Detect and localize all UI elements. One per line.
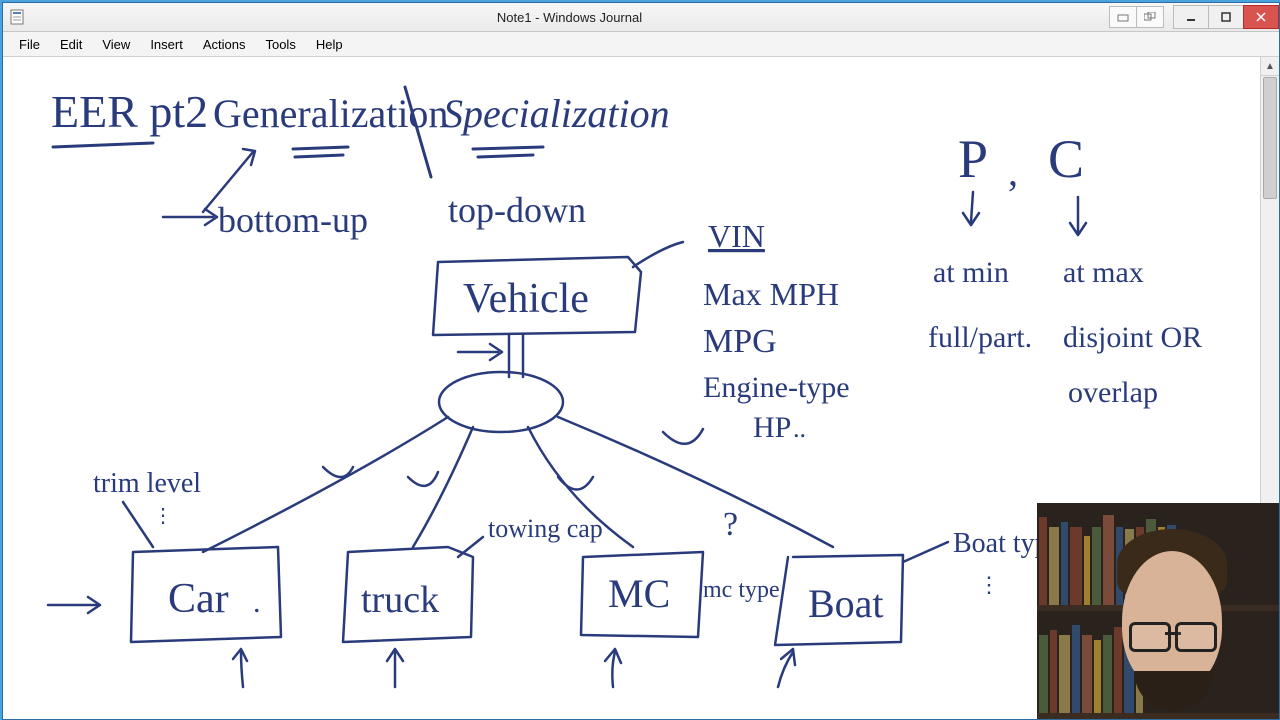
ink-overlap: overlap	[1068, 376, 1158, 409]
minimize-button[interactable]	[1173, 5, 1209, 29]
titlebar-extra-2[interactable]	[1136, 6, 1164, 28]
journal-canvas[interactable]: EER pt2 Generalization Specialization bo…	[3, 57, 1279, 719]
glasses-icon	[1129, 622, 1217, 648]
ink-top-down: top-down	[448, 190, 586, 230]
menu-edit[interactable]: Edit	[50, 35, 92, 54]
ink-comma: ,	[1008, 149, 1018, 194]
ink-maxmph: Max MPH	[703, 276, 839, 312]
ink-mpg: MPG	[703, 323, 777, 360]
scroll-thumb[interactable]	[1263, 77, 1277, 199]
ink-engine-type: Engine-type	[703, 371, 850, 404]
ink-c: C	[1048, 129, 1084, 189]
menu-file[interactable]: File	[9, 35, 50, 54]
close-button[interactable]	[1243, 5, 1279, 29]
menubar: File Edit View Insert Actions Tools Help	[3, 32, 1279, 57]
ink-hp: HP	[753, 411, 791, 444]
ink-at-max: at max	[1063, 256, 1144, 289]
titlebar-extra-1[interactable]	[1109, 6, 1137, 28]
menu-tools[interactable]: Tools	[255, 35, 305, 54]
ink-at-min: at min	[933, 256, 1009, 289]
ink-p: P	[958, 129, 988, 189]
ink-title-eer: EER pt2	[51, 86, 208, 137]
menu-help[interactable]: Help	[306, 35, 353, 54]
ink-question: ?	[723, 506, 738, 543]
menu-view[interactable]: View	[92, 35, 140, 54]
app-icon	[7, 6, 29, 28]
webcam-overlay	[1037, 503, 1279, 719]
menu-actions[interactable]: Actions	[193, 35, 256, 54]
ink-vin: VIN	[708, 218, 765, 254]
maximize-button[interactable]	[1208, 5, 1244, 29]
titlebar: Note1 - Windows Journal	[3, 3, 1279, 32]
ink-boat: Boat	[808, 581, 884, 626]
app-window: Note1 - Windows Journal File Edit View I…	[2, 2, 1280, 720]
ink-mc: MC	[608, 571, 670, 616]
svg-text:⋮: ⋮	[153, 505, 173, 527]
titlebar-extra-buttons	[1110, 6, 1164, 28]
ink-bottom-up: bottom-up	[218, 200, 368, 240]
menu-insert[interactable]: Insert	[140, 35, 193, 54]
scroll-up-icon[interactable]: ▲	[1261, 57, 1279, 76]
ink-vehicle: Vehicle	[463, 276, 589, 322]
ink-trim-level: trim level	[93, 468, 201, 499]
ink-title-specialization: Specialization	[443, 91, 670, 136]
svg-text:..: ..	[793, 414, 806, 443]
window-controls	[1174, 5, 1279, 29]
ink-disjoint-or: disjoint OR	[1063, 321, 1202, 354]
ink-towing-cap: towing cap	[488, 514, 603, 543]
svg-text:.: .	[253, 586, 261, 619]
window-title: Note1 - Windows Journal	[29, 10, 1110, 25]
webcam-person-face	[1122, 551, 1222, 691]
ink-truck: truck	[361, 579, 439, 621]
ink-mctype: mc type	[703, 577, 780, 603]
svg-text:⋮: ⋮	[978, 572, 1000, 597]
ink-full-part: full/part.	[928, 321, 1032, 354]
ink-car: Car	[168, 576, 229, 622]
